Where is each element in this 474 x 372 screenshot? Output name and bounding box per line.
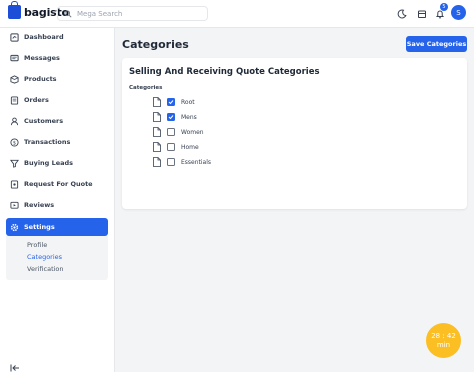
document-icon [153, 127, 161, 137]
buying-leads-icon [10, 159, 19, 168]
customers-icon [10, 117, 19, 126]
page-title: Categories [122, 38, 189, 51]
transactions-icon: $ [10, 137, 19, 147]
messages-icon [10, 54, 19, 63]
card-title: Selling And Receiving Quote Categories [129, 67, 320, 77]
submenu-item-profile[interactable]: Profile [27, 241, 47, 249]
reviews-icon [10, 201, 19, 210]
dark-mode-icon[interactable] [396, 8, 408, 20]
sidebar-item-label: Settings [24, 223, 55, 231]
sidebar-item-label: Customers [24, 117, 64, 125]
sidebar-item-customers[interactable]: Customers [6, 112, 108, 130]
category-label: Essentials [181, 158, 212, 166]
sidebar-item-label: Transactions [24, 138, 71, 146]
search-input[interactable] [77, 9, 197, 18]
sidebar-item-label: Request For Quote [24, 180, 93, 188]
bag-logo-icon [8, 1, 21, 19]
sidebar-item-products[interactable]: Products [6, 70, 108, 88]
sidebar-item-orders[interactable]: Orders [6, 91, 108, 109]
request-quote-icon [10, 179, 19, 189]
category-checkbox-home[interactable] [167, 143, 175, 151]
category-row-mens: Mens [153, 112, 197, 122]
main-content: Categories Save Categories Selling And R… [115, 28, 474, 372]
sidebar-item-label: Orders [24, 96, 49, 104]
sidebar-item-label: Dashboard [24, 33, 64, 41]
timer-time: 28 : 42 [431, 331, 456, 340]
mega-search[interactable] [57, 6, 208, 21]
sidebar-item-label: Reviews [24, 201, 55, 209]
check-icon [168, 115, 174, 120]
save-categories-button[interactable]: Save Categories [406, 36, 467, 52]
document-icon [153, 112, 161, 122]
document-icon [153, 97, 161, 107]
categories-field-label: Categories [129, 85, 163, 91]
category-label: Women [181, 128, 204, 136]
session-timer[interactable]: 28 : 42 min [426, 323, 461, 358]
top-header: bagisto 5 S [0, 0, 474, 28]
submenu-item-verification[interactable]: Verification [27, 265, 64, 273]
categories-card: Selling And Receiving Quote Categories C… [122, 58, 467, 209]
category-row-essentials: Essentials [153, 157, 211, 167]
svg-text:$: $ [13, 140, 16, 146]
category-label: Home [181, 143, 199, 151]
store-icon[interactable] [416, 8, 428, 20]
sidebar-item-buying-leads[interactable]: Buying Leads [6, 154, 108, 172]
document-icon [153, 142, 161, 152]
category-label: Mens [181, 113, 197, 121]
avatar[interactable]: S [451, 5, 466, 20]
settings-icon [10, 223, 19, 232]
sidebar-item-request-for-quote[interactable]: Request For Quote [6, 175, 108, 193]
check-icon [168, 100, 174, 105]
sidebar-item-label: Buying Leads [24, 159, 74, 167]
orders-icon [10, 95, 19, 105]
sidebar-item-transactions[interactable]: $ Transactions [6, 133, 108, 151]
search-icon [61, 9, 75, 18]
sidebar-item-label: Products [24, 75, 57, 83]
category-checkbox-mens[interactable] [167, 113, 175, 121]
sidebar-item-settings[interactable]: Settings [6, 218, 108, 236]
timer-unit: min [436, 340, 451, 349]
sidebar-item-reviews[interactable]: Reviews [6, 196, 108, 214]
sidebar-item-label: Messages [24, 54, 60, 62]
category-checkbox-essentials[interactable] [167, 158, 175, 166]
category-row-home: Home [153, 142, 199, 152]
collapse-sidebar-icon[interactable] [10, 358, 20, 372]
dashboard-icon [10, 32, 19, 42]
document-icon [153, 157, 161, 167]
submenu-item-categories[interactable]: Categories [27, 253, 62, 261]
sidebar: Dashboard Messages Products Orders Custo… [0, 28, 115, 372]
sidebar-item-messages[interactable]: Messages [6, 49, 108, 67]
category-row-root: Root [153, 97, 195, 107]
category-checkbox-women[interactable] [167, 128, 175, 136]
category-row-women: Women [153, 127, 204, 137]
category-label: Root [181, 98, 195, 106]
products-icon [10, 74, 19, 84]
notification-badge: 5 [440, 3, 448, 11]
category-checkbox-root[interactable] [167, 98, 175, 106]
sidebar-item-dashboard[interactable]: Dashboard [6, 28, 108, 46]
settings-submenu: Profile Categories Verification [6, 236, 108, 280]
